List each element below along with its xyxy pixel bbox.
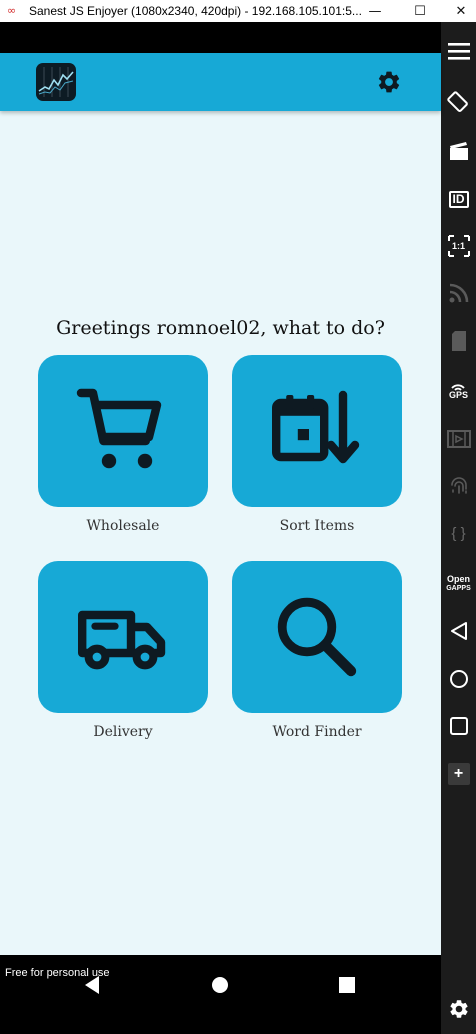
nav-home-button[interactable]: [206, 971, 234, 999]
toolbar-settings-button[interactable]: [441, 992, 476, 1026]
fingerprint-icon: [450, 477, 467, 494]
back-outline-icon: [450, 622, 467, 640]
opengapps-line1: Open: [446, 574, 470, 584]
dev-tools-button[interactable]: { }: [441, 516, 476, 550]
braces-label: { }: [451, 524, 466, 542]
rotate-device-icon: [446, 91, 468, 112]
opengapps-logo: Open GAPPS: [446, 575, 471, 593]
sim-card-icon: [451, 331, 466, 351]
word-finder-label: Word Finder: [272, 724, 362, 740]
close-button[interactable]: ✕: [446, 0, 476, 22]
opengapps-line2: GAPPS: [446, 585, 471, 592]
film-strip-icon: [446, 430, 471, 448]
calendar-sort-icon: [271, 390, 360, 464]
toolbar-recents-button[interactable]: [441, 709, 476, 743]
toolbar-gear-icon: [449, 1000, 468, 1018]
maximize-button[interactable]: ☐: [405, 0, 435, 22]
opengapps-button[interactable]: Open GAPPS: [441, 567, 476, 601]
wholesale-tile[interactable]: [38, 355, 208, 507]
gps-label: GPS: [448, 390, 468, 400]
gps-widget: GPS: [449, 382, 468, 400]
fingerprint-button[interactable]: [441, 470, 476, 504]
home-content: Greetings romnoel02, what to do? Wholesa…: [0, 111, 441, 955]
sort-items-tile[interactable]: [232, 355, 402, 507]
word-finder-tile[interactable]: [232, 561, 402, 713]
delivery-label: Delivery: [93, 724, 153, 740]
plus-icon: +: [447, 763, 470, 785]
truck-icon: [78, 610, 166, 670]
gps-button[interactable]: GPS: [441, 374, 476, 408]
emulator-toolbar: ID 1:1 GPS {} Open GAPPS +: [441, 22, 476, 1034]
recents-square-icon: [339, 977, 355, 993]
id-badge: ID: [448, 190, 469, 208]
nav-recents-button[interactable]: [333, 971, 361, 999]
chart-logo-icon: [38, 67, 74, 97]
settings-button[interactable]: [376, 69, 402, 95]
window-title-bar: ∞ Sanest JS Enjoyer (1080x2340, 420dpi) …: [0, 0, 476, 22]
window-title: Sanest JS Enjoyer (1080x2340, 420dpi) - …: [29, 4, 362, 18]
gear-icon: [378, 71, 400, 93]
pixel-perfect-button[interactable]: 1:1: [441, 229, 476, 263]
menu-button[interactable]: [441, 34, 476, 68]
toolbar-home-button[interactable]: [441, 662, 476, 696]
identifiers-button[interactable]: ID: [441, 182, 476, 216]
wholesale-label: Wholesale: [86, 518, 160, 534]
watermark-text: Free for personal use: [5, 967, 110, 979]
minimize-button[interactable]: —: [360, 0, 390, 22]
screen-record-button[interactable]: [441, 422, 476, 456]
app-bar: [0, 53, 441, 111]
delivery-tile[interactable]: [38, 561, 208, 713]
app-logo-icon: ∞: [7, 4, 17, 17]
clapperboard-icon: [449, 142, 468, 160]
network-button[interactable]: [441, 276, 476, 310]
toolbar-back-button[interactable]: [441, 614, 476, 648]
app-logo: [36, 63, 76, 101]
rss-feed-icon: [449, 283, 468, 303]
recents-outline-icon: [449, 717, 468, 735]
sort-items-label: Sort Items: [279, 518, 355, 534]
status-bar: [0, 22, 441, 53]
device-screen: Greetings romnoel02, what to do? Wholesa…: [0, 22, 441, 1034]
search-icon: [277, 597, 357, 677]
rotate-button[interactable]: [441, 84, 476, 118]
greeting-text: Greetings romnoel02, what to do?: [56, 317, 385, 339]
sim-card-button[interactable]: [441, 324, 476, 358]
home-circle-icon: [212, 977, 228, 993]
home-outline-icon: [449, 670, 468, 688]
ratio-label: 1:1: [451, 240, 465, 251]
hamburger-menu-icon: [447, 43, 470, 60]
toolbar-add-button[interactable]: +: [441, 757, 476, 791]
cart-icon: [76, 388, 162, 469]
screenshot-button[interactable]: [441, 134, 476, 168]
